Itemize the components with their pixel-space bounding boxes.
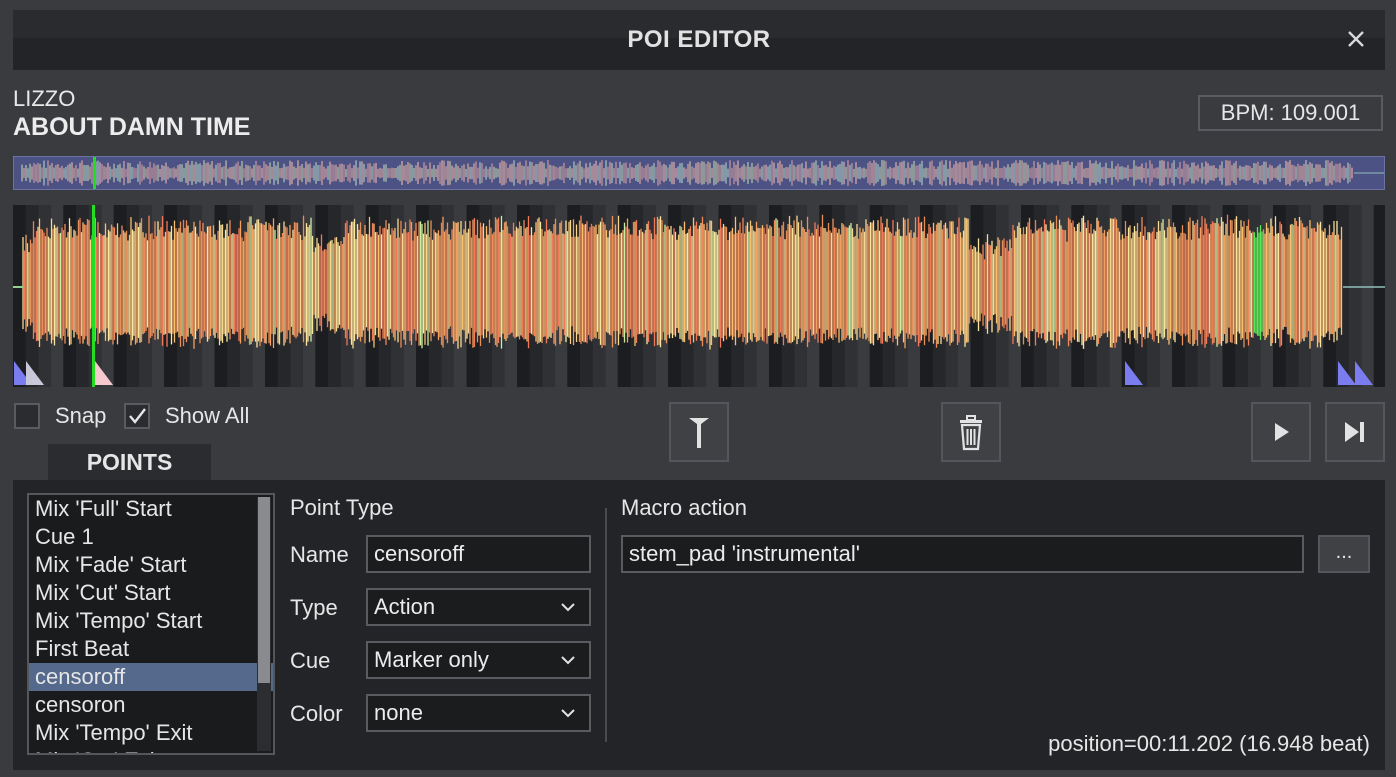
title-bar: POI EDITOR [13, 10, 1385, 70]
cue-select[interactable]: Marker only [366, 641, 591, 679]
skip-next-icon [1345, 422, 1364, 442]
artist-name: LIZZO [13, 86, 76, 111]
section-divider [605, 508, 607, 742]
snap-label: Snap [55, 403, 107, 428]
show-all-checkbox[interactable] [124, 403, 150, 429]
close-icon[interactable] [1341, 24, 1371, 54]
list-item[interactable]: Mix 'Tempo' Exit [29, 719, 273, 747]
list-item[interactable]: Mix 'Cut' Exit [29, 747, 273, 753]
color-label: Color [290, 701, 343, 726]
cue-select-value: Marker only [374, 647, 489, 672]
position-readout: position=00:11.202 (16.948 beat) [1048, 731, 1370, 756]
detail-waveform-graphic [13, 205, 1385, 387]
show-all-label: Show All [165, 403, 250, 428]
overview-waveform-graphic [21, 157, 1384, 189]
type-select[interactable]: Action [366, 588, 591, 626]
list-item[interactable]: Mix 'Fade' Start [29, 551, 273, 579]
list-item[interactable]: Cue 1 [29, 523, 273, 551]
points-list[interactable]: Mix 'Full' Start Cue 1 Mix 'Fade' Start Mix… [27, 493, 275, 755]
type-label: Type [290, 595, 338, 620]
tab-points[interactable]: POINTS [48, 444, 211, 480]
macro-action-label: Macro action [621, 495, 747, 520]
name-label: Name [290, 542, 349, 567]
waveform-detail[interactable] [13, 205, 1385, 387]
macro-browse-button[interactable]: ... [1318, 535, 1370, 573]
list-item[interactable]: censoron [29, 691, 273, 719]
cue-label: Cue [290, 648, 331, 673]
chevron-down-icon [561, 603, 575, 612]
macro-action-field[interactable]: stem_pad 'instrumental' [621, 535, 1304, 573]
point-type-heading: Point Type [290, 495, 394, 520]
delete-point-button[interactable] [941, 402, 1001, 462]
name-field[interactable]: censoroff [366, 535, 591, 573]
waveform-overview[interactable] [13, 156, 1385, 190]
snap-checkbox[interactable] [14, 403, 40, 429]
bpm-display[interactable]: BPM: 109.001 [1198, 95, 1383, 131]
dialog-title: POI EDITOR [627, 26, 771, 53]
points-list-scrollbar[interactable] [257, 497, 271, 751]
list-item[interactable]: censoroff [29, 663, 273, 691]
type-select-value: Action [374, 594, 436, 619]
marker-icon [689, 418, 709, 448]
list-item[interactable]: Mix 'Cut' Start [29, 579, 273, 607]
color-select-value: none [374, 700, 423, 725]
add-marker-button[interactable] [669, 402, 729, 462]
poi-editor-dialog: POI EDITOR LIZZO ABOUT DAMN TIME BPM: 10… [0, 0, 1396, 777]
skip-next-button[interactable] [1325, 402, 1385, 462]
chevron-down-icon [561, 656, 575, 665]
trash-icon [960, 415, 982, 451]
list-item[interactable]: Mix 'Tempo' Start [29, 607, 273, 635]
chevron-down-icon [561, 709, 575, 718]
play-button[interactable] [1251, 402, 1311, 462]
play-icon [1275, 423, 1289, 441]
scrollbar-thumb[interactable] [258, 497, 270, 683]
track-title: ABOUT DAMN TIME [13, 113, 251, 141]
list-item[interactable]: First Beat [29, 635, 273, 663]
color-select[interactable]: none [366, 694, 591, 732]
checkmark-icon [129, 408, 146, 424]
list-item[interactable]: Mix 'Full' Start [29, 495, 273, 523]
